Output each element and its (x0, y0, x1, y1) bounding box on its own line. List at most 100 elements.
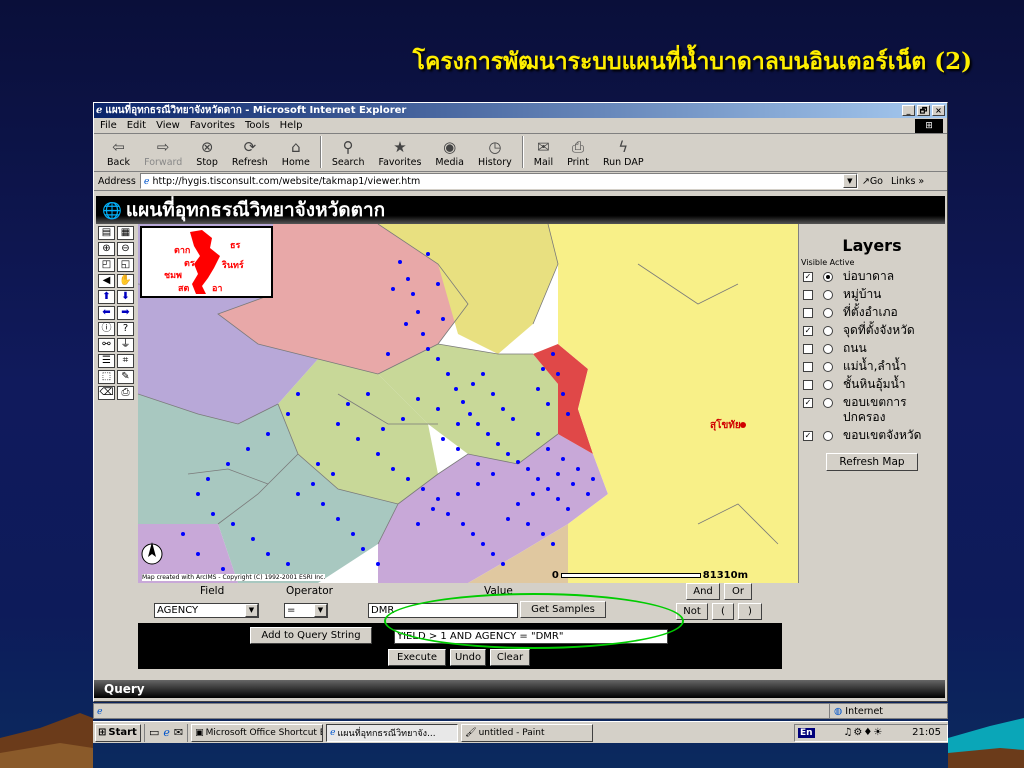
history-button[interactable]: ◷ History (471, 139, 519, 169)
zoom-active-icon[interactable]: ◱ (117, 258, 134, 272)
minimize-button[interactable]: _ (902, 105, 915, 116)
layer-active-radio[interactable] (823, 326, 833, 336)
layer-visible-checkbox[interactable] (803, 362, 813, 372)
layer-visible-checkbox[interactable]: ✓ (803, 272, 813, 282)
toggle-legend-icon[interactable]: ▦ (117, 226, 134, 240)
stop-button[interactable]: ⊗ Stop (189, 139, 225, 169)
not-button[interactable]: Not (676, 603, 708, 620)
operator-dropdown-icon[interactable]: ▼ (314, 604, 327, 617)
buffer-icon[interactable]: ⌗ (117, 354, 134, 368)
operator-select[interactable]: = ▼ (284, 603, 328, 618)
field-dropdown-icon[interactable]: ▼ (245, 604, 258, 617)
home-button[interactable]: ⌂ Home (275, 139, 317, 169)
menu-edit[interactable]: Edit (127, 120, 146, 131)
menu-file[interactable]: File (100, 120, 117, 131)
or-button[interactable]: Or (724, 583, 752, 600)
favorites-button[interactable]: ★ Favorites (372, 139, 429, 169)
pan-south-icon[interactable]: ⬇ (117, 290, 134, 304)
toggle-overview-icon[interactable]: ▤ (98, 226, 115, 240)
back-button[interactable]: ⇦ Back (100, 139, 137, 169)
query-string-input[interactable]: YIELD > 1 AND AGENCY = "DMR" (394, 629, 668, 644)
layer-visible-checkbox[interactable]: ✓ (803, 431, 813, 441)
pan-north-icon[interactable]: ⬆ (98, 290, 115, 304)
address-dropdown-icon[interactable]: ▼ (842, 174, 857, 188)
layer-visible-checkbox[interactable]: ✓ (803, 326, 813, 336)
get-samples-button[interactable]: Get Samples (520, 601, 606, 618)
restore-button[interactable]: 🗗 (917, 105, 930, 116)
search-button[interactable]: ⚲ Search (325, 139, 372, 169)
layer-active-radio[interactable] (823, 290, 833, 300)
mail-button[interactable]: ✉ Mail (527, 139, 560, 169)
print-button[interactable]: ⎙ Print (560, 139, 596, 169)
execute-button[interactable]: Execute (388, 649, 446, 666)
layer-active-radio[interactable] (823, 380, 833, 390)
layer-active-radio[interactable] (823, 344, 833, 354)
go-button[interactable]: ↗Go (862, 176, 883, 187)
layer-visible-checkbox[interactable] (803, 308, 813, 318)
pan-west-icon[interactable]: ⬅ (98, 306, 115, 320)
window-titlebar[interactable]: ℯ แผนที่อุทกธรณีวิทยาจังหวัดตาก - Micros… (94, 103, 947, 118)
close-paren-button[interactable]: ) (738, 603, 762, 620)
layer-visible-checkbox[interactable] (803, 290, 813, 300)
pan-icon[interactable]: ✋ (117, 274, 134, 288)
add-to-query-button[interactable]: Add to Query String (250, 627, 372, 644)
find-icon[interactable]: ⚯ (98, 338, 115, 352)
select-rect-icon[interactable]: ⬚ (98, 370, 115, 384)
address-input[interactable]: ℯ http://hygis.tisconsult.com/website/ta… (139, 173, 858, 189)
identify-icon[interactable]: ⓘ (98, 322, 115, 336)
layer-active-radio[interactable] (823, 362, 833, 372)
layer-active-radio[interactable] (823, 272, 833, 282)
layer-active-radio[interactable] (823, 398, 833, 408)
zoom-in-icon[interactable]: ⊕ (98, 242, 115, 256)
clock[interactable]: 21:05 (912, 727, 941, 738)
layer-visible-checkbox[interactable] (803, 344, 813, 354)
ie-quick-icon[interactable]: ℯ (163, 726, 170, 739)
print-map-icon[interactable]: ⎙ (117, 386, 134, 400)
scale-end: 81310m (702, 570, 748, 581)
pan-east-icon[interactable]: ➡ (117, 306, 134, 320)
undo-button[interactable]: Undo (450, 649, 486, 666)
media-button[interactable]: ◉ Media (428, 139, 471, 169)
open-paren-button[interactable]: ( (712, 603, 734, 620)
zoom-previous-icon[interactable]: ◀ (98, 274, 115, 288)
start-button[interactable]: ⊞ Start (95, 723, 141, 742)
forward-button[interactable]: ⇨ Forward (137, 139, 189, 169)
task-paint[interactable]: 🖌 untitled - Paint (461, 723, 594, 742)
layer-row: ชั้นหินอุ้มน้ำ (799, 377, 945, 392)
task-ie-window[interactable]: ℯ แผนที่อุทกธรณีวิทยาจัง... (326, 723, 459, 742)
zoom-full-icon[interactable]: ◰ (98, 258, 115, 272)
field-select[interactable]: AGENCY ▼ (154, 603, 259, 618)
refresh-button[interactable]: ⟳ Refresh (225, 139, 275, 169)
office-icon: ▣ (195, 727, 204, 738)
links-button[interactable]: Links » (891, 176, 924, 187)
menu-help[interactable]: Help (280, 120, 303, 131)
overview-map[interactable]: ตาก ธร ตร รินทร์ ชมพ สต อา (140, 226, 273, 298)
run-dap-button[interactable]: ϟ Run DAP (596, 139, 651, 169)
menu-tools[interactable]: Tools (245, 120, 270, 131)
task-office-shortcut[interactable]: ▣ Microsoft Office Shortcut Bar (191, 723, 324, 742)
measure-icon[interactable]: ⏚ (117, 338, 134, 352)
layer-active-radio[interactable] (823, 308, 833, 318)
and-button[interactable]: And (686, 583, 720, 600)
layer-visible-checkbox[interactable]: ✓ (803, 398, 813, 408)
zoom-out-icon[interactable]: ⊖ (117, 242, 134, 256)
select-shape-icon[interactable]: ✎ (117, 370, 134, 384)
menu-view[interactable]: View (156, 120, 180, 131)
close-button[interactable]: × (932, 105, 945, 116)
value-input[interactable]: DMR (368, 603, 518, 618)
language-indicator[interactable]: En (798, 727, 815, 738)
map-canvas[interactable]: ตาก ธร ตร รินทร์ ชมพ สต อา สุโขทัย Map c… (138, 224, 814, 583)
status-bar: ℯ ◍ Internet (93, 703, 948, 719)
layer-visible-checkbox[interactable] (803, 380, 813, 390)
outlook-icon[interactable]: ✉ (174, 726, 183, 739)
hyperlink-icon[interactable]: ? (117, 322, 134, 336)
menu-favorites[interactable]: Favorites (190, 120, 235, 131)
clear-button[interactable]: Clear (490, 649, 530, 666)
layer-active-radio[interactable] (823, 431, 833, 441)
refresh-map-button[interactable]: Refresh Map (826, 453, 918, 471)
desktop-icon[interactable]: ▭ (149, 726, 159, 739)
tray-icons[interactable]: ♫⚙♦☀ (843, 727, 883, 738)
clear-selection-icon[interactable]: ⌫ (98, 386, 115, 400)
query-icon[interactable]: ☰ (98, 354, 115, 368)
layer-row: ที่ตั้งอำเภอ (799, 305, 945, 320)
